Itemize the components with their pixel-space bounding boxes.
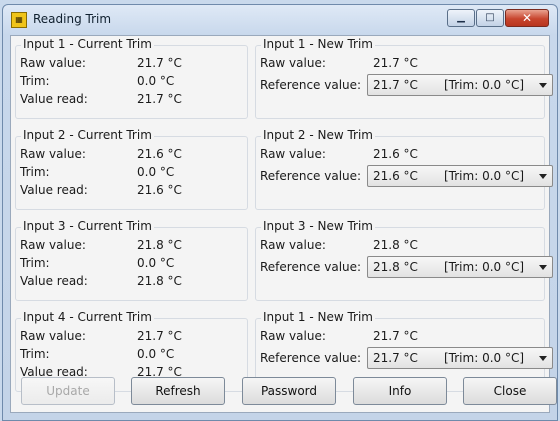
reference-value-selected: 21.8 °C [373,260,418,274]
close-icon: ✕ [521,11,533,25]
value-read-label: Value read: [20,274,88,288]
minimize-icon: ▁ [457,12,465,23]
reference-trim-text: [Trim: 0.0 °C] [444,78,525,92]
reference-value-dropdown[interactable]: 21.6 °C [Trim: 0.0 °C] [367,165,553,187]
window-title: Reading Trim [33,12,112,26]
raw-value: 21.8 °C [373,238,418,252]
refresh-button[interactable]: Refresh [131,377,225,405]
value-read: 21.7 °C [137,92,182,106]
reference-trim-text: [Trim: 0.0 °C] [444,169,525,183]
reference-trim-text: [Trim: 0.0 °C] [444,260,525,274]
raw-value: 21.8 °C [137,238,182,252]
raw-value-label: Raw value: [260,329,326,343]
reference-value-label: Reference value: [260,78,362,92]
value-read-label: Value read: [20,92,88,106]
minimize-button[interactable]: ▁ [447,9,475,27]
trim-value: 0.0 °C [137,256,175,270]
update-button[interactable]: Update [21,377,115,405]
reference-value-label: Reference value: [260,351,362,365]
chevron-down-icon [539,265,547,270]
raw-value-label: Raw value: [20,147,86,161]
trim-value: 0.0 °C [137,347,175,361]
reading-trim-window: ▦ Reading Trim ▁ □ ✕ Input 1 - Current T… [2,4,558,421]
raw-value: 21.6 °C [373,147,418,161]
reference-value-selected: 21.7 °C [373,78,418,92]
reference-value-selected: 21.7 °C [373,351,418,365]
new-trim-group-2: Input 2 - New Trim Raw value: 21.6 °C Re… [255,128,553,210]
title-bar[interactable]: ▦ Reading Trim ▁ □ ✕ [3,5,557,35]
chevron-down-icon [539,83,547,88]
reference-value-dropdown[interactable]: 21.8 °C [Trim: 0.0 °C] [367,256,553,278]
maximize-button[interactable]: □ [476,9,504,27]
raw-value-label: Raw value: [260,238,326,252]
dialog-content: Input 1 - Current Trim Raw value: 21.7 °… [10,35,553,413]
current-trim-group-1: Input 1 - Current Trim Raw value: 21.7 °… [15,37,248,119]
maximize-icon: □ [485,12,495,23]
raw-value-label: Raw value: [20,56,86,70]
password-button[interactable]: Password [242,377,336,405]
value-read: 21.8 °C [137,274,182,288]
raw-value: 21.7 °C [137,56,182,70]
group-legend: Input 3 - Current Trim [21,219,154,233]
raw-value: 21.6 °C [137,147,182,161]
group-legend: Input 2 - Current Trim [21,128,154,142]
close-button[interactable]: Close [463,377,557,405]
value-read-label: Value read: [20,183,88,197]
new-trim-group-3: Input 3 - New Trim Raw value: 21.8 °C Re… [255,219,553,301]
reference-trim-text: [Trim: 0.0 °C] [444,351,525,365]
raw-value: 21.7 °C [373,329,418,343]
group-legend: Input 2 - New Trim [261,128,375,142]
app-icon: ▦ [11,12,27,28]
raw-value-label: Raw value: [20,329,86,343]
reference-value-dropdown[interactable]: 21.7 °C [Trim: 0.0 °C] [367,74,553,96]
reference-value-dropdown[interactable]: 21.7 °C [Trim: 0.0 °C] [367,347,553,369]
trim-label: Trim: [20,347,50,361]
trim-value: 0.0 °C [137,165,175,179]
group-legend: Input 3 - New Trim [261,219,375,233]
raw-value: 21.7 °C [373,56,418,70]
group-legend: Input 1 - Current Trim [21,37,154,51]
current-trim-group-3: Input 3 - Current Trim Raw value: 21.8 °… [15,219,248,301]
raw-value-label: Raw value: [20,238,86,252]
raw-value-label: Raw value: [260,56,326,70]
chevron-down-icon [539,174,547,179]
current-trim-group-2: Input 2 - Current Trim Raw value: 21.6 °… [15,128,248,210]
reference-value-selected: 21.6 °C [373,169,418,183]
value-read: 21.6 °C [137,183,182,197]
trim-label: Trim: [20,256,50,270]
close-window-button[interactable]: ✕ [505,9,549,27]
trim-value: 0.0 °C [137,74,175,88]
trim-label: Trim: [20,165,50,179]
group-legend: Input 1 - New Trim [261,310,375,324]
reference-value-label: Reference value: [260,260,362,274]
new-trim-group-1: Input 1 - New Trim Raw value: 21.7 °C Re… [255,37,553,119]
info-button[interactable]: Info [353,377,447,405]
raw-value-label: Raw value: [260,147,326,161]
chevron-down-icon [539,356,547,361]
raw-value: 21.7 °C [137,329,182,343]
group-legend: Input 4 - Current Trim [21,310,154,324]
group-legend: Input 1 - New Trim [261,37,375,51]
reference-value-label: Reference value: [260,169,362,183]
trim-label: Trim: [20,74,50,88]
